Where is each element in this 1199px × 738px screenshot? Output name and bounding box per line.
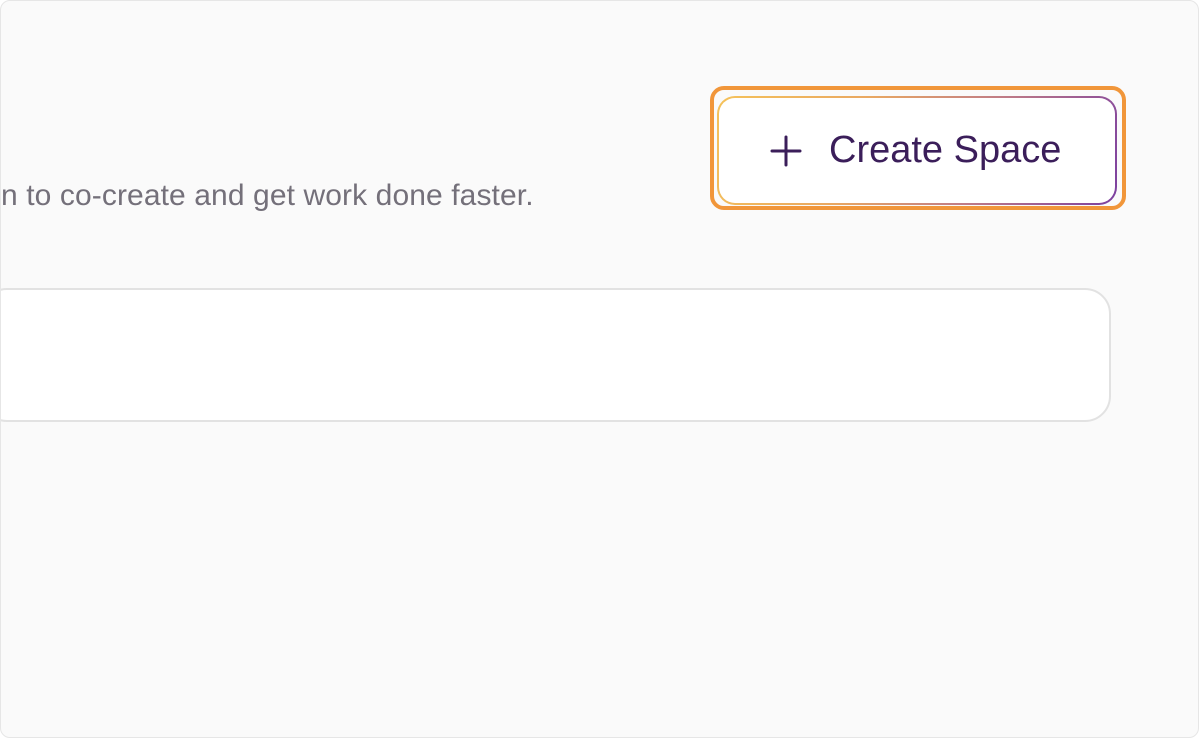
search-box[interactable] (1, 288, 1111, 422)
plus-icon (769, 134, 803, 168)
search-input[interactable] (23, 290, 1067, 422)
create-space-button[interactable]: Create Space (719, 98, 1115, 203)
main-panel: n to co-create and get work done faster.… (0, 0, 1199, 738)
page-subtitle: n to co-create and get work done faster. (1, 179, 534, 212)
create-space-button-border: Create Space (717, 96, 1117, 205)
create-space-label: Create Space (829, 129, 1062, 171)
